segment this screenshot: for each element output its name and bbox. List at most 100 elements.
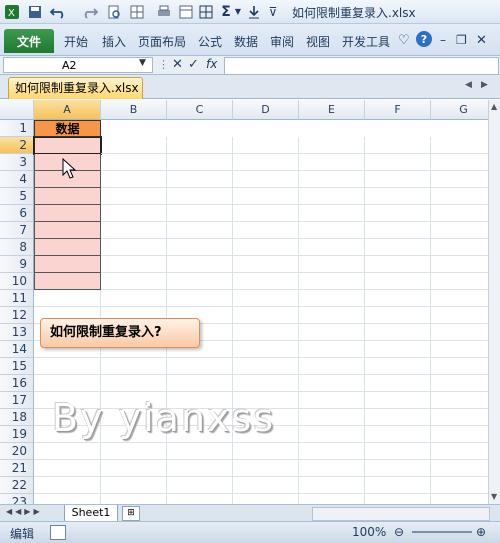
grid-cell[interactable] — [299, 256, 365, 273]
grid-cell[interactable] — [365, 256, 431, 273]
grid-cell[interactable] — [299, 307, 365, 324]
grid-cell[interactable] — [299, 205, 365, 222]
grid-cell[interactable] — [34, 494, 101, 504]
grid-cell[interactable] — [34, 375, 101, 392]
minimize-window-icon[interactable]: – — [440, 33, 446, 47]
grid-cell[interactable] — [431, 443, 488, 460]
grid-cell[interactable] — [233, 443, 299, 460]
row-header[interactable]: 9 — [0, 256, 34, 273]
grid-cell[interactable] — [34, 239, 101, 256]
fill-icon[interactable] — [246, 3, 262, 20]
row-header[interactable]: 11 — [0, 290, 34, 307]
grid-cell[interactable] — [431, 273, 488, 290]
grid-cell[interactable] — [365, 443, 431, 460]
grid-cell[interactable] — [101, 273, 167, 290]
restore-window-icon[interactable]: ❐ — [456, 33, 467, 47]
grid-cell[interactable] — [365, 188, 431, 205]
grid-cell[interactable] — [431, 392, 488, 409]
grid-cell[interactable] — [431, 341, 488, 358]
grid-cell[interactable] — [431, 239, 488, 256]
grid-cell[interactable] — [101, 239, 167, 256]
grid-cell[interactable] — [365, 392, 431, 409]
row-header[interactable]: 20 — [0, 443, 34, 460]
confirm-entry-icon[interactable]: ✓ — [188, 57, 199, 72]
grid-cell[interactable] — [365, 222, 431, 239]
grid-cell[interactable] — [299, 171, 365, 188]
grid-cell[interactable] — [233, 154, 299, 171]
tab-data[interactable]: 数据 — [234, 33, 258, 50]
row-header[interactable]: 18 — [0, 409, 34, 426]
grid-cell[interactable] — [167, 188, 233, 205]
tab-page-layout[interactable]: 页面布局 — [138, 33, 186, 50]
grid-cell[interactable] — [299, 154, 365, 171]
scroll-up-icon[interactable]: ▲ — [491, 102, 497, 111]
zoom-slider[interactable] — [412, 531, 472, 533]
row-header[interactable]: 6 — [0, 205, 34, 222]
grid-cell[interactable] — [299, 239, 365, 256]
grid-cell[interactable] — [167, 222, 233, 239]
grid-cell[interactable] — [233, 307, 299, 324]
grid-cell[interactable] — [431, 188, 488, 205]
column-header[interactable]: B — [101, 100, 167, 120]
grid-cell[interactable] — [101, 290, 167, 307]
grid-cell[interactable] — [167, 443, 233, 460]
grid-cell[interactable] — [431, 154, 488, 171]
horizontal-scrollbar[interactable] — [312, 507, 490, 521]
grid-cell[interactable] — [431, 222, 488, 239]
grid-cell[interactable] — [233, 494, 299, 504]
grid-cell[interactable] — [233, 188, 299, 205]
grid-cell[interactable] — [431, 171, 488, 188]
grid-cell[interactable] — [101, 375, 167, 392]
tab-scroll-right-icon[interactable]: ▶ — [481, 80, 488, 90]
row-header[interactable]: 15 — [0, 358, 34, 375]
grid-cell[interactable] — [299, 341, 365, 358]
grid-cell[interactable] — [299, 409, 365, 426]
grid-cell[interactable] — [365, 307, 431, 324]
grid-cell[interactable] — [365, 409, 431, 426]
macro-record-icon[interactable] — [50, 525, 66, 540]
grid-cell[interactable] — [101, 222, 167, 239]
tab-file[interactable]: 文件 — [4, 29, 54, 53]
row-header[interactable]: 2 — [0, 137, 34, 154]
grid-cell[interactable] — [365, 205, 431, 222]
grid-cell[interactable] — [365, 426, 431, 443]
grid-cell[interactable] — [34, 256, 101, 273]
grid-cell[interactable] — [431, 307, 488, 324]
grid-cell[interactable] — [365, 477, 431, 494]
row-header[interactable]: 16 — [0, 375, 34, 392]
grid-cell[interactable] — [299, 392, 365, 409]
grid-cell[interactable] — [431, 494, 488, 504]
name-box[interactable]: A2 — [3, 57, 153, 73]
row-header[interactable]: 4 — [0, 171, 34, 188]
grid-cell[interactable] — [431, 256, 488, 273]
grid-cell[interactable] — [167, 477, 233, 494]
grid-cell[interactable] — [299, 290, 365, 307]
grid-cell[interactable] — [365, 324, 431, 341]
grid-cell[interactable] — [101, 256, 167, 273]
grid-cell[interactable] — [34, 477, 101, 494]
tab-review[interactable]: 审阅 — [270, 33, 294, 50]
close-window-icon[interactable]: ✕ — [476, 33, 487, 48]
grid-cell[interactable] — [365, 273, 431, 290]
grid-cell[interactable] — [365, 341, 431, 358]
formula-input[interactable] — [224, 57, 499, 75]
column-header[interactable]: D — [233, 100, 299, 120]
sum-icon[interactable]: Σ — [218, 3, 234, 20]
save-icon[interactable] — [27, 3, 43, 20]
grid-cell[interactable] — [233, 222, 299, 239]
grid-cell[interactable] — [431, 460, 488, 477]
grid-cell[interactable] — [431, 426, 488, 443]
grid-cell[interactable] — [233, 477, 299, 494]
chevron-down-icon[interactable]: ▼ — [234, 3, 242, 20]
grid-cell[interactable] — [34, 460, 101, 477]
grid-cell[interactable] — [365, 171, 431, 188]
row-header[interactable]: 7 — [0, 222, 34, 239]
row-header[interactable]: 10 — [0, 273, 34, 290]
grid-cell[interactable] — [233, 171, 299, 188]
tab-scroll-left-icon[interactable]: ◀ — [465, 80, 472, 90]
border-icon[interactable] — [198, 3, 214, 20]
grid-cell[interactable] — [34, 222, 101, 239]
grid-cell[interactable] — [167, 154, 233, 171]
grid-cell[interactable] — [233, 205, 299, 222]
column-header[interactable]: C — [167, 100, 233, 120]
